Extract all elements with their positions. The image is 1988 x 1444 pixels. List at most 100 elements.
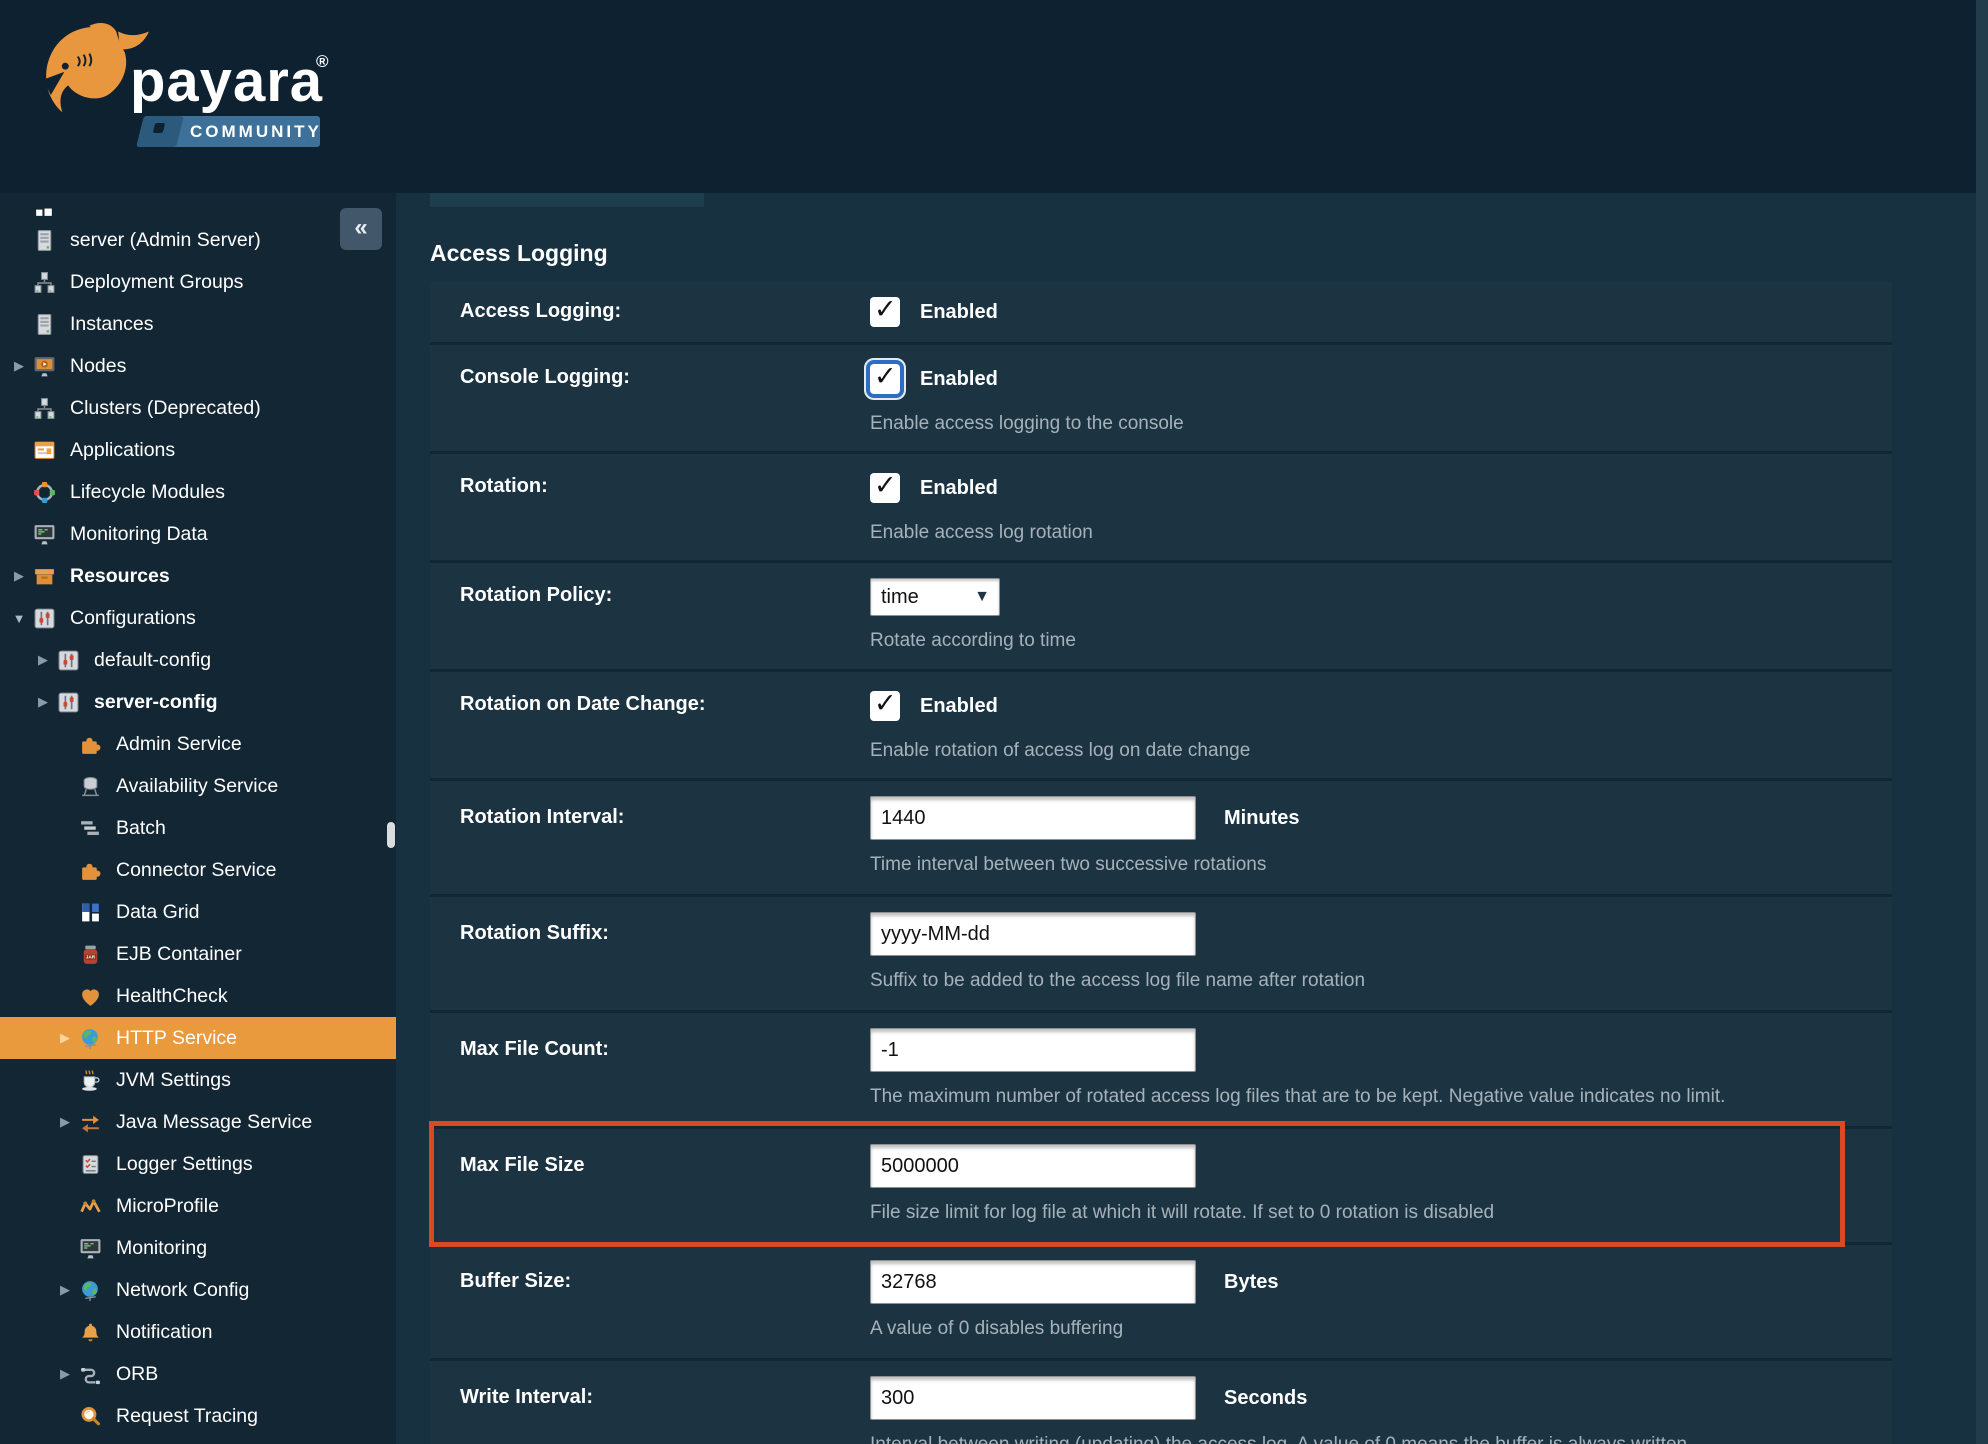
sidebar-item-server-admin-server[interactable]: server (Admin Server) — [0, 219, 396, 261]
expand-arrow-icon[interactable]: ▶ — [6, 358, 32, 374]
sidebar-item-deployment-groups[interactable]: Deployment Groups — [0, 261, 396, 303]
jar-icon: JAR — [78, 942, 102, 966]
sidebar-item-notification[interactable]: Notification — [0, 1311, 396, 1353]
buffer-size-input[interactable] — [870, 1260, 1196, 1304]
sidebar-item-applications[interactable]: Applications — [0, 429, 396, 471]
sidebar-item-orb[interactable]: ▶ORB — [0, 1353, 396, 1395]
sidebar-item-label: HealthCheck — [116, 985, 228, 1008]
tab-strip-remnant — [430, 193, 704, 207]
sidebar-item-healthcheck[interactable]: HealthCheck — [0, 975, 396, 1017]
field-label: Write Interval: — [430, 1376, 870, 1444]
sidebar-collapse-button[interactable]: « — [340, 208, 382, 250]
field-control-area: time▼ Rotate according to time — [870, 578, 1892, 652]
sidebar-item-batch[interactable]: Batch — [0, 807, 396, 849]
field-help-text: Time interval between two successive rot… — [870, 854, 1892, 876]
sidebar-scrollbar-thumb[interactable] — [387, 822, 395, 848]
navigation-tree-sidebar: « server (Admin Server) Deployment Groups… — [0, 193, 396, 1444]
expand-arrow-icon[interactable]: ▶ — [52, 1282, 78, 1298]
sidebar-item-connector-service[interactable]: Connector Service — [0, 849, 396, 891]
expand-arrow-icon[interactable]: ▶ — [52, 1114, 78, 1130]
rotation-on-date-change-checkbox[interactable]: ✓ — [870, 691, 900, 721]
page-scrollbar[interactable] — [1976, 0, 1988, 1444]
rotation-policy-select[interactable]: time▼ — [870, 578, 1000, 616]
rotation-interval-input[interactable] — [870, 796, 1196, 840]
console-logging-checkbox[interactable]: ✓ — [870, 364, 900, 394]
sidebar-item-nodes[interactable]: ▶Nodes — [0, 345, 396, 387]
monitor-icon — [78, 1236, 102, 1260]
field-control-area: ✓EnabledEnable rotation of access log on… — [870, 688, 1892, 762]
group-icon — [32, 396, 56, 420]
content-pane: Access Logging Access Logging:✓EnabledCo… — [396, 193, 1988, 1444]
sidebar-item-resources[interactable]: ▶Resources — [0, 555, 396, 597]
max-file-size-input[interactable] — [870, 1144, 1196, 1188]
form-row-write-interval: Write Interval:SecondsInterval between w… — [430, 1361, 1892, 1444]
sliders-icon — [56, 690, 80, 714]
sidebar-item-jvm-settings[interactable]: JVM Settings — [0, 1059, 396, 1101]
checkbox-label: Enabled — [920, 368, 998, 391]
sidebar-item-admin-service[interactable]: Admin Service — [0, 723, 396, 765]
sidebar-item-monitoring-data[interactable]: Monitoring Data — [0, 513, 396, 555]
sidebar-item-label: Clusters (Deprecated) — [70, 397, 261, 420]
sidebar-item-network-config[interactable]: ▶Network Config — [0, 1269, 396, 1311]
sidebar-item-label: Instances — [70, 313, 153, 336]
sidebar-item-clusters-deprecated[interactable]: Clusters (Deprecated) — [0, 387, 396, 429]
sidebar-item-lifecycle-modules[interactable]: Lifecycle Modules — [0, 471, 396, 513]
rotation-checkbox[interactable]: ✓ — [870, 473, 900, 503]
sidebar-item-label: server-config — [94, 691, 218, 714]
expand-arrow-icon[interactable]: ▶ — [6, 568, 32, 584]
field-help-text: Enable access log rotation — [870, 522, 1892, 544]
write-interval-input[interactable] — [870, 1376, 1196, 1420]
checkmark-icon: ✓ — [874, 294, 897, 325]
form-row-rotation: Rotation:✓EnabledEnable access log rotat… — [430, 454, 1892, 563]
form-row-rotation-suffix: Rotation Suffix:Suffix to be added to th… — [430, 897, 1892, 1013]
field-help-text: Suffix to be added to the access log fil… — [870, 970, 1892, 992]
expand-arrow-icon[interactable]: ▶ — [52, 1030, 78, 1046]
sidebar-item-instances[interactable]: Instances — [0, 303, 396, 345]
sidebar-item-ejb-container[interactable]: JAREJB Container — [0, 933, 396, 975]
brand-name: payara — [130, 48, 323, 115]
logger-icon — [78, 1152, 102, 1176]
sidebar-item-configurations[interactable]: ▼Configurations — [0, 597, 396, 639]
field-help-text: Rotate according to time — [870, 630, 1892, 652]
apps-icon — [32, 438, 56, 462]
rotation-suffix-input[interactable] — [870, 912, 1196, 956]
sidebar-item-logger-settings[interactable]: Logger Settings — [0, 1143, 396, 1185]
sidebar-item-label: Monitoring Data — [70, 523, 208, 546]
field-help-text: A value of 0 disables buffering — [870, 1318, 1892, 1340]
sidebar-item-microprofile[interactable]: MicroProfile — [0, 1185, 396, 1227]
form-row-rotation-on-date-change: Rotation on Date Change:✓EnabledEnable r… — [430, 672, 1892, 781]
unit-label: Minutes — [1224, 807, 1300, 830]
lifecycle-icon — [32, 480, 56, 504]
sidebar-item-request-tracing[interactable]: Request Tracing — [0, 1395, 396, 1437]
registered-mark: ® — [316, 52, 329, 72]
expand-arrow-icon[interactable]: ▶ — [30, 694, 56, 710]
unit-label: Bytes — [1224, 1271, 1278, 1294]
sidebar-item-monitoring[interactable]: Monitoring — [0, 1227, 396, 1269]
access-logging-form: Access Logging:✓EnabledConsole Logging:✓… — [430, 282, 1892, 1444]
sidebar-item-label: JVM Settings — [116, 1069, 231, 1092]
jms-icon — [78, 1110, 102, 1134]
sidebar-item-default-config[interactable]: ▶default-config — [0, 639, 396, 681]
sidebar-item-http-service[interactable]: ▶HTTP Service — [0, 1017, 396, 1059]
svg-text:JAR: JAR — [85, 954, 95, 959]
globe-icon — [78, 1026, 102, 1050]
expand-arrow-icon[interactable]: ▶ — [52, 1366, 78, 1382]
sidebar-item-java-message-service[interactable]: ▶Java Message Service — [0, 1101, 396, 1143]
sidebar-item-clipped-top[interactable] — [0, 193, 396, 219]
field-control-area: ✓Enabled — [870, 294, 1892, 330]
expand-arrow-icon[interactable]: ▶ — [30, 652, 56, 668]
sidebar-item-server-config[interactable]: ▶ server-config — [0, 681, 396, 723]
sidebar-item-security[interactable]: ▶Security — [0, 1437, 396, 1444]
max-file-count-input[interactable] — [870, 1028, 1196, 1072]
sidebar-item-label: Deployment Groups — [70, 271, 243, 294]
datagrid-icon — [78, 900, 102, 924]
access-logging-checkbox[interactable]: ✓ — [870, 297, 900, 327]
checkmark-icon: ✓ — [874, 688, 897, 719]
sidebar-item-label: server (Admin Server) — [70, 229, 261, 252]
sidebar-item-availability-service[interactable]: Availability Service — [0, 765, 396, 807]
collapse-arrow-icon[interactable]: ▼ — [6, 611, 32, 626]
chevron-down-icon: ▼ — [974, 588, 999, 606]
sidebar-item-label: Request Tracing — [116, 1405, 258, 1428]
heart-icon — [78, 984, 102, 1008]
sidebar-item-data-grid[interactable]: Data Grid — [0, 891, 396, 933]
